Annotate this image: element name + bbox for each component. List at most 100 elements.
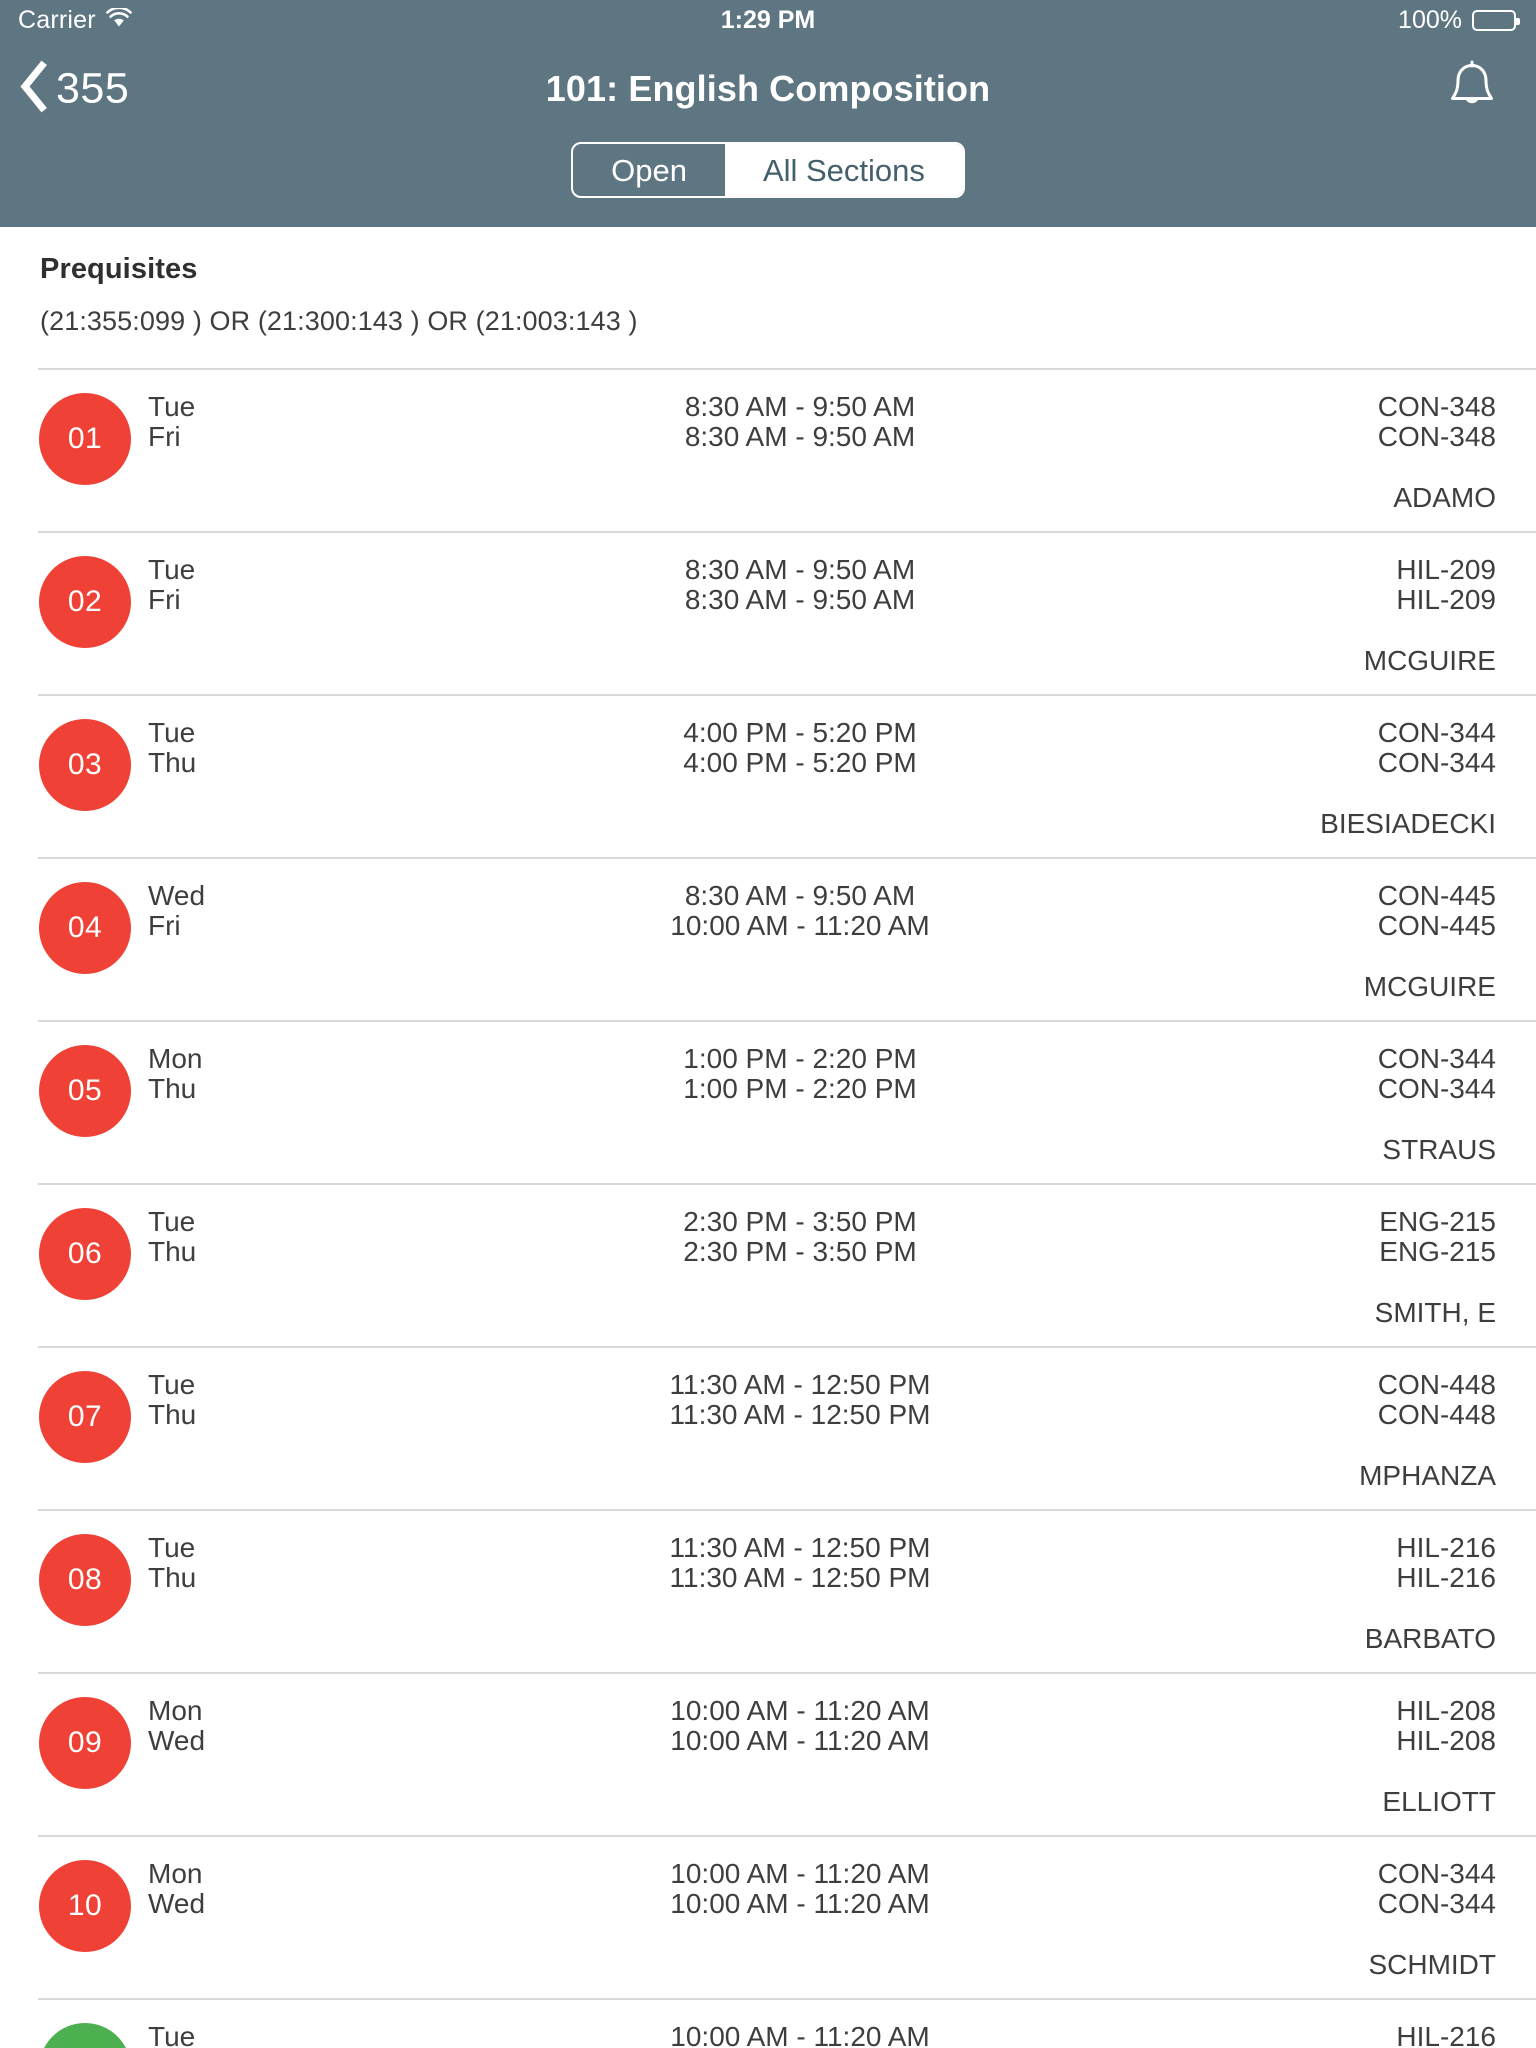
section-day: Tue (148, 1532, 196, 1563)
section-row[interactable]: 06 Tue Thu 2:30 PM - 3:50 PM 2:30 PM - 3:50 … (38, 1183, 1536, 1346)
section-row[interactable]: 07 Tue Thu 11:30 AM - 12:50 PM 11:30 AM - 12… (38, 1346, 1536, 1509)
section-room: CON-445 (1377, 880, 1496, 911)
section-times: 8:30 AM - 9:50 AM 8:30 AM - 9:50 AM (500, 392, 1100, 452)
section-row-inner: 04 Wed Fri 8:30 AM - 9:50 AM 10:00 AM - 11:2… (0, 859, 1536, 1020)
section-row[interactable]: 04 Wed Fri 8:30 AM - 9:50 AM 10:00 AM - 11:2… (38, 857, 1536, 1020)
section-time: 2:30 PM - 3:50 PM (683, 1206, 917, 1237)
section-instructor: BIESIADECKI (1320, 808, 1496, 839)
section-rooms: HIL-216HIL-216 (1396, 1533, 1496, 1593)
section-time: 10:00 AM - 11:20 AM (670, 1725, 930, 1756)
section-rooms: HIL-209 HIL-209 (1396, 555, 1496, 615)
section-number-badge: 08 (39, 1534, 131, 1626)
section-day: Fri (148, 584, 181, 615)
section-time: 1:00 PM - 2:20 PM (683, 1073, 917, 1104)
section-room: CON-344 (1377, 747, 1496, 778)
section-times: 10:00 AM - 11:20 AM10:00 AM - 11:20 AM (500, 2022, 1100, 2048)
section-number-badge: 01 (39, 393, 131, 485)
section-time: 4:00 PM - 5:20 PM (683, 717, 917, 748)
section-row[interactable]: 02 Tue Fri 8:30 AM - 9:50 AM 8:30 AM - 9:50 … (38, 531, 1536, 694)
section-row-inner: 05 Mon Thu 1:00 PM - 2:20 PM 1:00 PM - 2:20 … (0, 1022, 1536, 1183)
section-room: HIL-208 (1396, 1695, 1496, 1726)
section-day: Fri (148, 910, 181, 941)
section-day: Tue (148, 554, 196, 585)
section-day: Thu (148, 1236, 197, 1267)
section-room: CON-344 (1377, 1073, 1496, 1104)
section-row-inner: 02 Tue Fri 8:30 AM - 9:50 AM 8:30 AM - 9:50 … (0, 533, 1536, 694)
section-time: 10:00 AM - 11:20 AM (670, 1858, 930, 1889)
section-time: 11:30 AM - 12:50 PM (669, 1369, 931, 1400)
section-time: 11:30 AM - 12:50 PM (669, 1562, 931, 1593)
section-room: CON-445 (1377, 910, 1496, 941)
section-row[interactable]: 03 Tue Thu 4:00 PM - 5:20 PM 4:00 PM - 5:20 … (38, 694, 1536, 857)
section-row[interactable]: 11 TueThu 10:00 AM - 11:20 AM10:00 AM - 11… (38, 1998, 1536, 2048)
section-time: 4:00 PM - 5:20 PM (683, 747, 917, 778)
status-bar: Carrier 1:29 PM 100% (0, 0, 1536, 46)
section-room: CON-344 (1377, 717, 1496, 748)
sections-list: 01 Tue Fri 8:30 AM - 9:50 AM 8:30 AM - 9:50 … (0, 368, 1536, 2048)
notifications-button[interactable] (1446, 58, 1498, 119)
section-number-badge: 09 (39, 1697, 131, 1789)
section-day: Tue (148, 2021, 196, 2048)
segment-all-sections[interactable]: All Sections (724, 144, 963, 196)
content-scroll-area[interactable]: Prequisites (21:355:099 ) OR (21:300:143… (0, 227, 1536, 2048)
section-day: Fri (148, 421, 181, 452)
section-day: Tue (148, 1369, 196, 1400)
section-rooms: HIL-216HIL-216 (1396, 2022, 1496, 2048)
section-instructor: MPHANZA (1359, 1460, 1496, 1491)
section-time: 8:30 AM - 9:50 AM (684, 391, 916, 422)
section-day: Thu (148, 747, 197, 778)
section-time: 10:00 AM - 11:20 AM (670, 910, 930, 941)
section-number-badge: 03 (39, 719, 131, 811)
section-rooms: HIL-208 HIL-208 (1396, 1696, 1496, 1756)
section-times: 4:00 PM - 5:20 PM 4:00 PM - 5:20 PM (500, 718, 1100, 778)
prerequisites-heading: Prequisites (40, 253, 198, 285)
section-days: Mon Thu (148, 1044, 202, 1104)
section-days: TueThu (148, 2022, 196, 2048)
section-day: Tue (148, 391, 196, 422)
status-bar-right: 100% (1398, 6, 1520, 35)
section-times: 11:30 AM - 12:50 PM 11:30 AM - 12:50 PM (500, 1370, 1100, 1430)
section-days: TueThu (148, 1370, 196, 1430)
section-instructor: MCGUIRE (1363, 971, 1496, 1002)
section-row-inner: 01 Tue Fri 8:30 AM - 9:50 AM 8:30 AM - 9:50 … (0, 370, 1536, 531)
section-number-badge: 10 (39, 1860, 131, 1952)
status-bar-time: 1:29 PM (720, 6, 816, 34)
section-row-inner: 08 Tue Thu 11:30 AM - 12:50 PM 11:30 AM - 12… (0, 1511, 1536, 1672)
section-day: Tue (148, 1206, 196, 1237)
section-instructor: SMITH, E (1374, 1297, 1496, 1328)
section-rooms: CON-448 CON-448 (1378, 1370, 1496, 1430)
section-room: ENG-215 (1379, 1236, 1496, 1267)
segmented-control[interactable]: Open All Sections (571, 142, 965, 198)
section-days: Wed Fri (148, 881, 205, 941)
section-rooms: CON-445 CON-445 (1378, 881, 1496, 941)
section-row-inner: 07 Tue Thu 11:30 AM - 12:50 PM 11:30 AM - 12… (0, 1348, 1536, 1509)
section-row[interactable]: 05 Mon Thu 1:00 PM - 2:20 PM 1:00 PM - 2:20 … (38, 1020, 1536, 1183)
app-header: Carrier 1:29 PM 100% 355 101: English Co… (0, 0, 1536, 227)
section-times: 8:30 AM - 9:50 AM 8:30 AM - 9:50 AM (500, 555, 1100, 615)
prerequisites-block: Prequisites (21:355:099 ) OR (21:300:143… (0, 227, 1536, 337)
segment-open[interactable]: Open (573, 144, 725, 196)
section-time: 10:00 AM - 11:20 AM (670, 2021, 930, 2048)
section-room: CON-348 (1377, 421, 1496, 452)
section-times: 10:00 AM - 11:20 AM10:00 AM - 11:20 AM (500, 1696, 1100, 1756)
section-number-badge: 04 (39, 882, 131, 974)
section-time: 11:30 AM - 12:50 PM (669, 1399, 931, 1430)
section-row-inner: 03 Tue Thu 4:00 PM - 5:20 PM 4:00 PM - 5:20 … (0, 696, 1536, 857)
section-instructor: ELLIOTT (1382, 1786, 1496, 1817)
bell-icon (1446, 60, 1498, 118)
section-days: TueThu (148, 1207, 196, 1267)
section-time: 10:00 AM - 11:20 AM (670, 1888, 930, 1919)
section-day: Thu (148, 1399, 197, 1430)
section-day: Wed (148, 1888, 206, 1919)
section-time: 10:00 AM - 11:20 AM (670, 1695, 930, 1726)
section-room: HIL-216 (1396, 1532, 1496, 1563)
section-day: Tue (148, 717, 196, 748)
battery-percent-label: 100% (1398, 6, 1462, 34)
section-rooms: CON-344 CON-344 (1378, 1859, 1496, 1919)
section-row[interactable]: 10 Mon Wed 10:00 AM - 11:20 AM 10:00 AM - 11… (38, 1835, 1536, 1998)
section-row[interactable]: 08 Tue Thu 11:30 AM - 12:50 PM 11:30 AM - 12… (38, 1509, 1536, 1672)
section-row[interactable]: 09 Mon Wed 10:00 AM - 11:20 AM 10:00 AM - 11… (38, 1672, 1536, 1835)
section-day: Wed (148, 880, 206, 911)
section-row[interactable]: 01 Tue Fri 8:30 AM - 9:50 AM 8:30 AM - 9:50 … (38, 368, 1536, 531)
section-days: Mon Wed (148, 1696, 205, 1756)
